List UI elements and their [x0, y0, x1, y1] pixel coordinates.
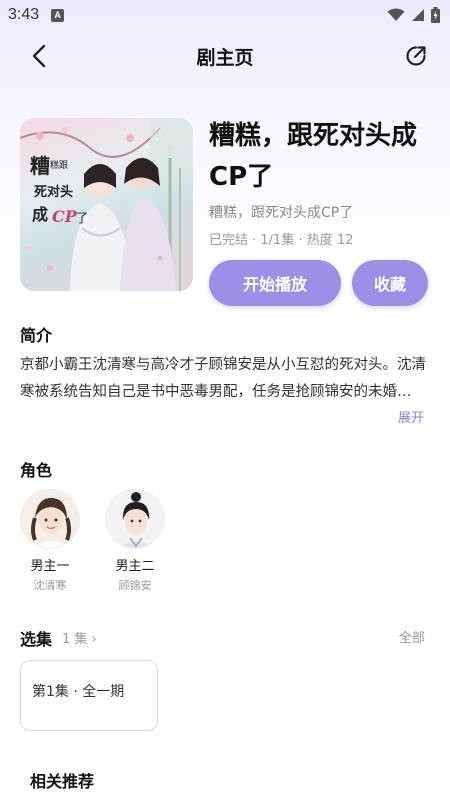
- status-bar: 3:43 A: [0, 0, 450, 30]
- svg-text:糕跟: 糕跟: [50, 159, 68, 171]
- intro-heading: 简介: [20, 326, 53, 345]
- play-button[interactable]: 开始播放: [209, 260, 341, 306]
- intro-text: 京都小霸王沈清寒与高冷才子顾锦安是从小互怼的死对头。沈清寒被系统告知自己是书中恶…: [20, 357, 426, 400]
- drama-subtitle: 糟糕，跟死对头成CP了: [209, 205, 354, 221]
- episode-item[interactable]: 第1集 · 全一期: [20, 660, 158, 731]
- nav-bar: 剧主页: [0, 30, 450, 82]
- page-title: 剧主页: [196, 47, 254, 69]
- role-card[interactable]: 男主一 沈清寒: [19, 489, 81, 593]
- svg-text:成: 成: [32, 205, 48, 224]
- avatar: [20, 489, 80, 549]
- drama-title: 糟糕，跟死对头成CP了: [209, 121, 418, 192]
- role-name: 男主一: [30, 559, 70, 574]
- status-time: 3:43: [8, 6, 40, 23]
- avatar: [105, 489, 165, 549]
- svg-text:了: 了: [76, 211, 88, 225]
- signal-icon: [412, 9, 424, 21]
- wifi-icon: [387, 8, 405, 21]
- favorite-button[interactable]: 收藏: [352, 260, 428, 306]
- roles-heading: 角色: [20, 461, 53, 480]
- share-icon[interactable]: [403, 43, 429, 69]
- related-heading: 相关推荐: [30, 772, 95, 791]
- role-actor: 沈清寒: [33, 579, 67, 592]
- view-all-episodes-link[interactable]: 全部: [399, 627, 425, 646]
- role-name: 男主二: [115, 559, 155, 574]
- app-notification-icon: A: [51, 8, 65, 22]
- role-card[interactable]: 男主二 顾锦安: [104, 489, 166, 593]
- battery-icon: [431, 7, 440, 23]
- status-icons: [387, 7, 440, 23]
- svg-text:CP: CP: [52, 207, 78, 226]
- role-actor: 顾锦安: [118, 579, 152, 592]
- episodes-heading: 选集: [20, 630, 53, 649]
- svg-text:糟: 糟: [30, 154, 50, 178]
- episode-count[interactable]: 1 集 ›: [62, 628, 97, 647]
- drama-cover-image: 糟 糕跟 死对头 成 CP 了: [20, 118, 193, 291]
- svg-text:死对头: 死对头: [34, 184, 73, 200]
- drama-meta: 已完结 · 1/1集 · 热度 12: [209, 233, 354, 248]
- expand-link[interactable]: 展开: [398, 407, 424, 426]
